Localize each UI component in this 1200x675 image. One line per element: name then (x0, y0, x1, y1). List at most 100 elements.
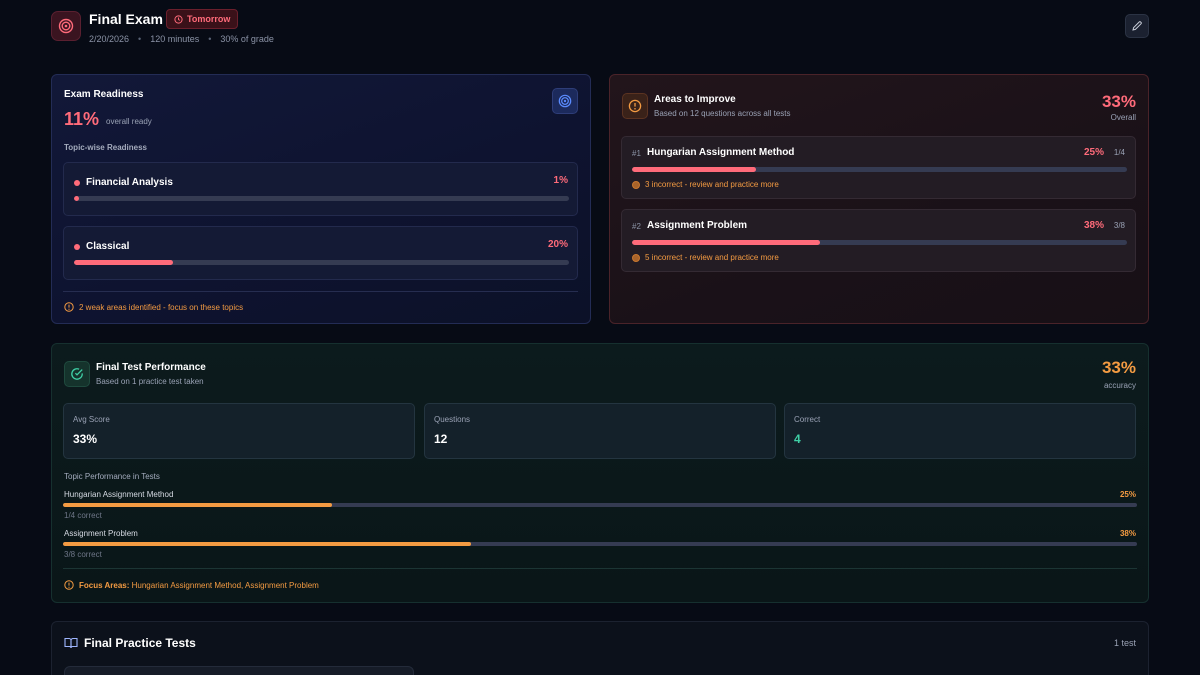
progress-fill (632, 240, 821, 245)
accuracy-percent: 33% (1101, 358, 1136, 377)
warning-dot-icon (632, 180, 640, 189)
target-button[interactable] (552, 88, 578, 114)
note-text: 5 incorrect - review and practice more (645, 253, 779, 262)
focus-text: Hungarian Assignment Method, Assignment … (131, 580, 319, 590)
warning-dot-icon (632, 253, 640, 262)
stat-avg-score: Avg Score 33% (63, 403, 415, 459)
focus-label: Focus Areas: (79, 580, 130, 590)
accuracy-label: accuracy (1103, 381, 1136, 390)
exam-date: 2/20/2026 (89, 34, 130, 44)
progress-track (63, 542, 1137, 546)
overall-percent: 33% (1101, 92, 1136, 111)
edit-button[interactable] (1125, 14, 1149, 38)
incorrect-note: 3 incorrect - review and practice more (632, 180, 779, 189)
practice-tests-card: Final Practice Tests 1 test (51, 621, 1149, 675)
topic-percent: 25% (1083, 147, 1104, 158)
progress-track (74, 260, 569, 265)
topic-correct-count: 3/8 correct (64, 550, 102, 559)
alert-circle-icon (64, 302, 74, 312)
readiness-percent: 11% (64, 109, 100, 129)
warning-text: 2 weak areas identified - focus on these… (79, 302, 244, 312)
topic-name: Financial Analysis (86, 177, 173, 188)
stat-value: 12 (434, 432, 448, 446)
page-header: Final Exam Tomorrow 2/20/2026 • 120 minu… (51, 9, 1149, 49)
badge-label: Tomorrow (187, 14, 231, 24)
book-open-icon (64, 637, 78, 649)
weak-areas-warning: 2 weak areas identified - focus on these… (64, 302, 243, 312)
topic-percent: 20% (547, 239, 568, 250)
stat-label: Questions (434, 415, 471, 424)
topic-name: Assignment Problem (64, 529, 138, 538)
topic-correct-count: 1/4 correct (64, 511, 102, 520)
focus-areas: Focus Areas: Hungarian Assignment Method… (64, 580, 319, 590)
topic-percent: 38% (1083, 220, 1104, 231)
section-title: Topic-wise Readiness (64, 143, 147, 152)
stat-value: 33% (73, 432, 98, 446)
alert-circle-icon (622, 93, 648, 119)
stat-label: Correct (794, 415, 821, 424)
progress-track (632, 240, 1127, 245)
status-dot (74, 244, 80, 250)
topic-percent: 25% (1119, 490, 1136, 499)
divider (63, 568, 1137, 569)
card-title: Areas to Improve (654, 94, 736, 105)
improve-item[interactable]: #2 Assignment Problem 38% 3/8 5 incorrec… (621, 209, 1136, 272)
topic-name: Hungarian Assignment Method (647, 147, 795, 158)
topic-fraction: 1/4 (1113, 148, 1125, 157)
card-title: Exam Readiness (64, 89, 144, 100)
card-title: Final Practice Tests (84, 636, 196, 650)
alert-circle-icon (64, 580, 74, 590)
stat-value: 4 (794, 432, 801, 446)
clock-icon (174, 14, 183, 24)
target-icon (51, 11, 81, 41)
topic-readiness-item[interactable]: Classical 20% (63, 226, 578, 280)
test-count: 1 test (1113, 638, 1136, 648)
progress-fill (63, 542, 472, 546)
progress-track (63, 503, 1137, 507)
topic-name: Assignment Problem (647, 220, 748, 231)
topic-readiness-item[interactable]: Financial Analysis 1% (63, 162, 578, 216)
exam-meta: 2/20/2026 • 120 minutes • 30% of grade (89, 34, 274, 44)
incorrect-note: 5 incorrect - review and practice more (632, 253, 779, 262)
stat-questions: Questions 12 (424, 403, 776, 459)
improve-item[interactable]: #1 Hungarian Assignment Method 25% 1/4 3… (621, 136, 1136, 199)
rank-label: #2 (632, 222, 641, 231)
progress-track (632, 167, 1127, 172)
progress-fill (74, 260, 173, 265)
topic-percent: 38% (1119, 529, 1136, 538)
stat-correct: Correct 4 (784, 403, 1136, 459)
progress-fill (63, 503, 332, 507)
topic-name: Hungarian Assignment Method (64, 490, 174, 499)
status-dot (74, 180, 80, 186)
stat-label: Avg Score (73, 415, 110, 424)
topic-fraction: 3/8 (1113, 221, 1125, 230)
meta-separator: • (138, 34, 142, 44)
progress-fill (632, 167, 756, 172)
section-title: Topic Performance in Tests (64, 472, 160, 481)
card-title: Final Test Performance (96, 362, 206, 373)
practice-test-item[interactable] (64, 666, 414, 675)
test-performance-card: Final Test Performance Based on 1 practi… (51, 343, 1149, 603)
readiness-percent-label: overall ready (106, 117, 152, 126)
progress-fill (74, 196, 79, 201)
topic-percent: 1% (553, 175, 568, 186)
overall-label: Overall (1110, 113, 1136, 122)
divider (63, 291, 578, 292)
progress-track (74, 196, 569, 201)
target-icon (558, 94, 572, 108)
areas-to-improve-card: Areas to Improve Based on 12 questions a… (609, 74, 1149, 324)
meta-separator: • (208, 34, 212, 44)
check-circle-icon (64, 361, 90, 387)
topic-name: Classical (86, 241, 130, 252)
note-text: 3 incorrect - review and practice more (645, 180, 779, 189)
practice-title: Final Practice Tests (64, 636, 196, 650)
page-title: Final Exam (89, 11, 163, 27)
exam-duration: 120 minutes (150, 34, 200, 44)
card-subtitle: Based on 1 practice test taken (96, 377, 204, 386)
card-subtitle: Based on 12 questions across all tests (654, 109, 791, 118)
rank-label: #1 (632, 149, 641, 158)
pencil-icon (1132, 21, 1142, 31)
exam-date-badge: Tomorrow (166, 9, 239, 29)
exam-weight: 30% of grade (220, 34, 274, 44)
exam-readiness-card: Exam Readiness 11% overall ready Topic-w… (51, 74, 591, 324)
